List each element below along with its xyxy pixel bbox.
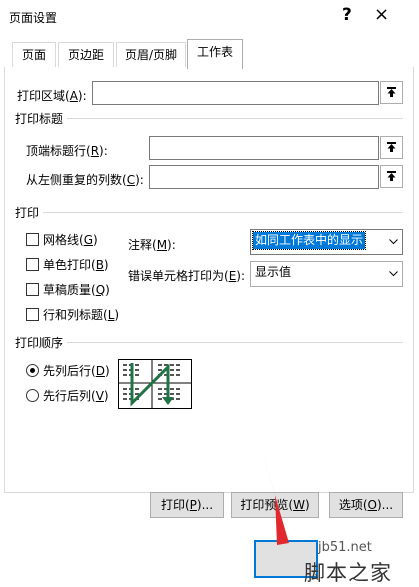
- black-white-checkbox[interactable]: [26, 258, 39, 271]
- gridlines-label[interactable]: 网格线(G): [43, 231, 98, 248]
- tab-header-footer[interactable]: 页眉/页脚: [116, 42, 186, 68]
- collapse-dialog-icon: [387, 142, 396, 152]
- tab-margins[interactable]: 页边距: [58, 42, 114, 68]
- print-area-collapse-button[interactable]: [380, 81, 403, 104]
- collapse-dialog-icon: [387, 171, 396, 181]
- comments-value: 如同工作表中的显示: [251, 231, 367, 250]
- over-then-down-radio[interactable]: [26, 389, 39, 402]
- title-rows-label: 顶端标题行(R):: [26, 144, 108, 158]
- comments-label: 注释(M):: [128, 238, 176, 252]
- options-button[interactable]: 选项(O)...: [329, 492, 403, 518]
- collapse-dialog-icon: [387, 87, 396, 97]
- comments-select[interactable]: 如同工作表中的显示: [250, 229, 403, 255]
- print-area-label: 打印区域(A):: [17, 89, 87, 103]
- annotation-arrow-icon: [258, 437, 289, 545]
- print-divider: [15, 212, 403, 213]
- print-area-input[interactable]: [92, 81, 379, 105]
- title-cols-label: 从左侧重复的列数(C):: [26, 173, 144, 187]
- draft-quality-checkbox[interactable]: [26, 283, 39, 296]
- title-rows-collapse-button[interactable]: [380, 136, 403, 159]
- chevron-down-icon: [384, 230, 402, 254]
- down-then-over-radio[interactable]: [26, 364, 39, 377]
- page-order-preview-icon: [118, 359, 192, 409]
- tab-sheet[interactable]: 工作表: [187, 39, 243, 69]
- cell-errors-value: 显示值: [255, 265, 292, 279]
- page-order-heading: 打印顺序: [15, 334, 68, 351]
- over-then-down-label[interactable]: 先行后列(V): [43, 387, 109, 404]
- title-cols-input[interactable]: [149, 165, 379, 189]
- down-then-over-label[interactable]: 先列后行(D): [43, 362, 110, 379]
- close-button[interactable]: ×: [374, 4, 389, 25]
- tab-page[interactable]: 页面: [12, 42, 56, 68]
- row-col-headings-label[interactable]: 行和列标题(L): [43, 306, 119, 323]
- help-button[interactable]: ?: [342, 5, 352, 25]
- print-titles-divider: [15, 118, 403, 119]
- print-titles-heading: 打印标题: [15, 110, 68, 127]
- row-col-headings-checkbox[interactable]: [26, 308, 39, 321]
- draft-quality-label[interactable]: 草稿质量(Q): [43, 281, 110, 298]
- page-order-divider: [15, 342, 403, 343]
- cell-errors-select[interactable]: 显示值: [250, 261, 403, 287]
- title-cols-collapse-button[interactable]: [380, 165, 403, 188]
- watermark-site: jb51.net: [318, 540, 372, 555]
- title-bar: [0, 0, 419, 36]
- chevron-down-icon: [384, 262, 402, 286]
- cell-errors-label: 错误单元格打印为(E):: [128, 269, 246, 283]
- dialog-title: 页面设置: [9, 11, 58, 25]
- black-white-label[interactable]: 单色打印(B): [43, 256, 109, 273]
- title-rows-input[interactable]: [149, 136, 379, 160]
- gridlines-checkbox[interactable]: [26, 233, 39, 246]
- print-button[interactable]: 打印(P)...: [150, 492, 224, 518]
- print-heading: 打印: [15, 204, 44, 221]
